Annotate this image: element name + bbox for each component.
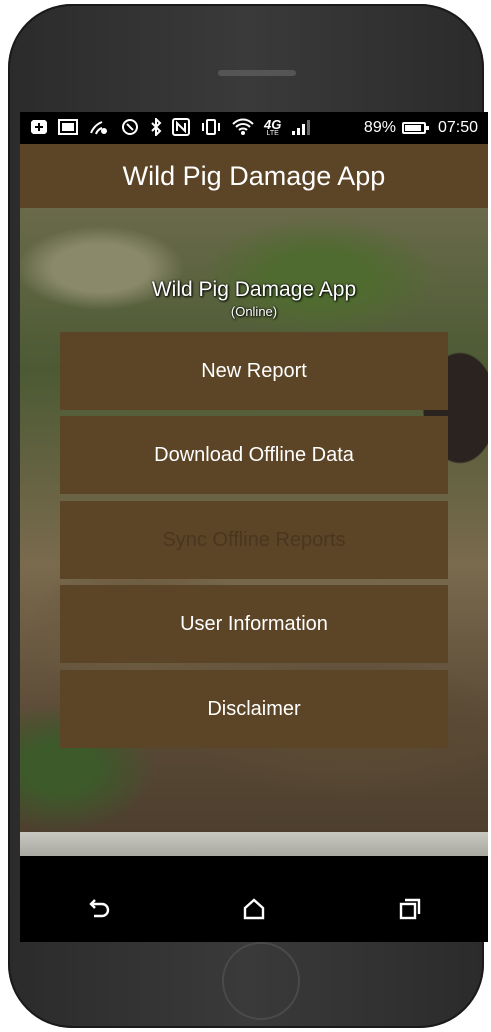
earpiece-speaker (218, 70, 296, 76)
battery-level (404, 125, 421, 131)
back-icon (86, 898, 110, 925)
hardware-home-button[interactable] (222, 942, 300, 1020)
home-icon (242, 897, 266, 925)
back-button[interactable] (68, 886, 128, 936)
image-icon (58, 118, 78, 138)
add-icon (30, 119, 48, 138)
signal-icon (291, 119, 311, 138)
bluetooth-icon (150, 116, 162, 139)
battery-percent: 89% (363, 119, 396, 136)
nfc-call-icon (120, 118, 140, 139)
home-button[interactable] (224, 886, 284, 936)
network-sublabel: LTE (266, 129, 279, 137)
recents-icon (398, 898, 422, 925)
app-bar: Wild Pig Damage App (20, 144, 488, 208)
overlay-title: Wild Pig Damage App (151, 278, 357, 301)
nfc-icon (172, 117, 190, 139)
main-content: Wild Pig Damage App (Online) New Report … (20, 208, 488, 856)
download-offline-data-button[interactable]: Download Offline Data (60, 416, 448, 494)
status-bar: 4G LTE 89% 07:50 (20, 112, 488, 144)
sync-offline-reports-button[interactable]: Sync Offline Reports (60, 501, 448, 579)
navigation-bar (20, 880, 488, 942)
connection-status: (Online) (230, 304, 278, 319)
clock: 07:50 (437, 119, 478, 136)
wifi-calling-icon (88, 118, 110, 139)
bottom-strip (20, 832, 488, 856)
new-report-button[interactable]: New Report (60, 332, 448, 410)
battery-icon (401, 122, 429, 134)
network-label: 4G (264, 117, 282, 132)
user-information-button[interactable]: User Information (60, 585, 448, 663)
device-screen: 4G LTE 89% 07:50 Wild Pig Damage App Wil… (20, 112, 488, 942)
vibrate-icon (200, 118, 222, 139)
app-title: Wild Pig Damage App (122, 160, 386, 191)
4g-lte-icon: 4G LTE (264, 117, 282, 137)
recents-button[interactable] (380, 886, 440, 936)
disclaimer-button[interactable]: Disclaimer (60, 670, 448, 748)
wifi-icon (232, 118, 254, 139)
